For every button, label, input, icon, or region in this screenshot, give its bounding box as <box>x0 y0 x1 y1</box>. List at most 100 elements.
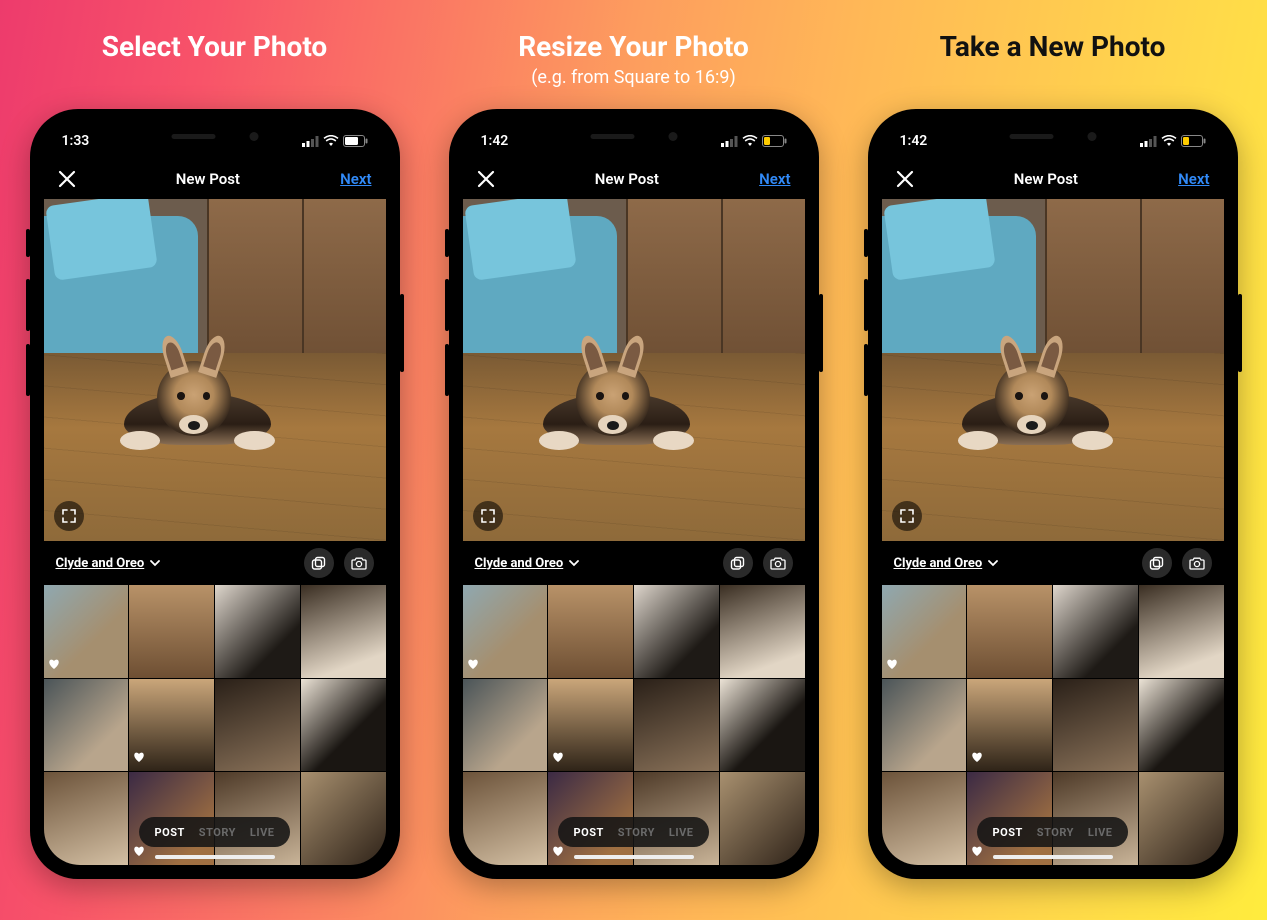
battery-icon <box>343 135 368 147</box>
album-selector[interactable]: Clyde and Oreo <box>56 556 161 571</box>
camera-button[interactable] <box>344 548 374 578</box>
wifi-icon <box>742 135 758 147</box>
select-multiple-button[interactable] <box>1142 548 1172 578</box>
mode-selector[interactable]: POST STORY LIVE <box>977 817 1129 847</box>
close-icon[interactable] <box>477 170 495 188</box>
photo-thumbnail[interactable] <box>1053 585 1138 678</box>
photo-thumbnail[interactable] <box>463 772 548 865</box>
heart-icon <box>48 655 60 674</box>
mode-story[interactable]: STORY <box>618 826 655 839</box>
expand-crop-button[interactable] <box>54 501 84 531</box>
mode-live[interactable]: LIVE <box>1088 826 1113 839</box>
photo-thumbnail[interactable] <box>634 679 719 772</box>
expand-crop-button[interactable] <box>473 501 503 531</box>
battery-icon <box>762 135 787 147</box>
next-button[interactable]: Next <box>340 170 371 188</box>
photo-thumbnail[interactable] <box>1139 585 1224 678</box>
photo-thumbnail[interactable] <box>301 585 386 678</box>
mode-story[interactable]: STORY <box>1037 826 1074 839</box>
photo-preview[interactable] <box>463 199 805 541</box>
select-multiple-button[interactable] <box>304 548 334 578</box>
heart-icon <box>552 748 564 767</box>
photo-thumbnail[interactable] <box>882 585 967 678</box>
home-indicator[interactable] <box>993 855 1113 859</box>
photo-thumbnail[interactable] <box>301 772 386 865</box>
photo-thumbnail[interactable] <box>215 679 300 772</box>
heart-icon <box>971 842 983 861</box>
photo-thumbnail[interactable] <box>882 679 967 772</box>
photo-thumbnail[interactable] <box>720 772 805 865</box>
photo-thumbnail[interactable] <box>44 585 129 678</box>
photo-thumbnail[interactable] <box>967 679 1052 772</box>
photo-thumbnail[interactable] <box>129 679 214 772</box>
album-name-label: Clyde and Oreo <box>56 556 145 571</box>
wifi-icon <box>323 135 339 147</box>
photo-thumbnail[interactable] <box>44 679 129 772</box>
home-indicator[interactable] <box>155 855 275 859</box>
photo-thumbnail[interactable] <box>129 585 214 678</box>
album-name-label: Clyde and Oreo <box>894 556 983 571</box>
photo-thumbnail[interactable] <box>548 585 633 678</box>
chevron-down-icon <box>569 556 579 571</box>
column-subtitle: (e.g. from Square to 16:9) <box>531 67 735 89</box>
photo-thumbnail[interactable] <box>548 679 633 772</box>
mode-post[interactable]: POST <box>574 826 604 839</box>
camera-button[interactable] <box>1182 548 1212 578</box>
album-selector-row: Clyde and Oreo <box>463 541 805 585</box>
next-button[interactable]: Next <box>1178 170 1209 188</box>
mode-live[interactable]: LIVE <box>250 826 275 839</box>
album-name-label: Clyde and Oreo <box>475 556 564 571</box>
expand-crop-button[interactable] <box>892 501 922 531</box>
photo-thumbnail[interactable] <box>882 772 967 865</box>
signal-icon <box>1140 136 1157 147</box>
battery-icon <box>1181 135 1206 147</box>
close-icon[interactable] <box>896 170 914 188</box>
close-icon[interactable] <box>58 170 76 188</box>
next-button[interactable]: Next <box>759 170 790 188</box>
photo-grid: POST STORY LIVE <box>44 585 386 865</box>
camera-button[interactable] <box>763 548 793 578</box>
photo-thumbnail[interactable] <box>44 772 129 865</box>
signal-icon <box>302 136 319 147</box>
photo-thumbnail[interactable] <box>1053 679 1138 772</box>
mode-selector[interactable]: POST STORY LIVE <box>139 817 291 847</box>
photo-thumbnail[interactable] <box>967 585 1052 678</box>
mode-story[interactable]: STORY <box>199 826 236 839</box>
photo-thumbnail[interactable] <box>1139 772 1224 865</box>
album-selector-row: Clyde and Oreo <box>44 541 386 585</box>
photo-preview[interactable] <box>44 199 386 541</box>
photo-thumbnail[interactable] <box>634 585 719 678</box>
photo-thumbnail[interactable] <box>1139 679 1224 772</box>
photo-grid: POST STORY LIVE <box>463 585 805 865</box>
status-time: 1:42 <box>900 133 928 149</box>
mode-post[interactable]: POST <box>993 826 1023 839</box>
nav-bar: New Post Next <box>463 159 805 199</box>
photo-thumbnail[interactable] <box>720 585 805 678</box>
mode-post[interactable]: POST <box>155 826 185 839</box>
mode-live[interactable]: LIVE <box>669 826 694 839</box>
photo-thumbnail[interactable] <box>463 679 548 772</box>
heart-icon <box>133 842 145 861</box>
phone-mockup: 1:42New PostNextClyde and OreoPOSTSTORYL… <box>449 109 819 879</box>
photo-grid: POST STORY LIVE <box>882 585 1224 865</box>
album-selector[interactable]: Clyde and Oreo <box>475 556 580 571</box>
photo-thumbnail[interactable] <box>720 679 805 772</box>
column-title: Resize Your Photo <box>518 30 749 63</box>
photo-thumbnail[interactable] <box>301 679 386 772</box>
album-selector[interactable]: Clyde and Oreo <box>894 556 999 571</box>
select-multiple-button[interactable] <box>723 548 753 578</box>
album-selector-row: Clyde and Oreo <box>882 541 1224 585</box>
column-title: Select Your Photo <box>102 30 328 63</box>
column-title: Take a New Photo <box>940 30 1166 63</box>
photo-thumbnail[interactable] <box>215 585 300 678</box>
chevron-down-icon <box>988 556 998 571</box>
nav-title: New Post <box>595 170 659 188</box>
nav-title: New Post <box>176 170 240 188</box>
photo-preview[interactable] <box>882 199 1224 541</box>
mode-selector[interactable]: POST STORY LIVE <box>558 817 710 847</box>
heart-icon <box>133 748 145 767</box>
heart-icon <box>552 842 564 861</box>
chevron-down-icon <box>150 556 160 571</box>
photo-thumbnail[interactable] <box>463 585 548 678</box>
home-indicator[interactable] <box>574 855 694 859</box>
